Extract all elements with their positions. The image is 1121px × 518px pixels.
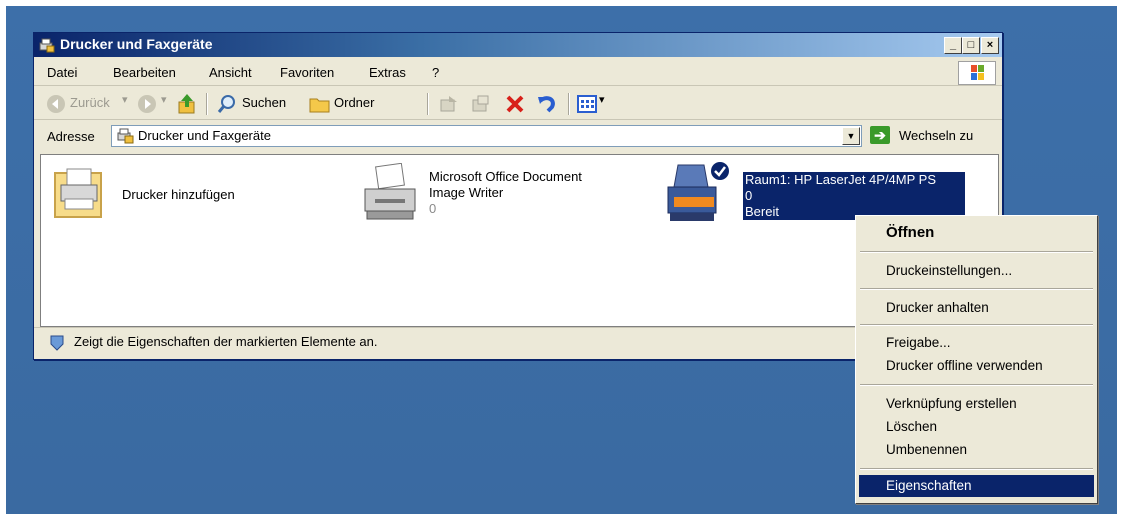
go-label: Wechseln zu <box>899 128 974 143</box>
ctx-properties[interactable]: Eigenschaften <box>886 478 972 493</box>
menu-datei[interactable]: Datei <box>47 65 77 80</box>
delete-icon[interactable] <box>504 93 526 115</box>
folders-button[interactable]: Ordner <box>334 95 374 110</box>
printer-icon <box>364 163 416 220</box>
up-folder-icon[interactable] <box>177 93 197 115</box>
window-title: Drucker und Faxgeräte <box>60 36 213 52</box>
ctx-use-offline[interactable]: Drucker offline verwenden <box>886 358 1043 373</box>
address-value: Drucker und Faxgeräte <box>138 128 271 143</box>
printer-name-line-1: Microsoft Office Document <box>429 169 582 184</box>
views-icon[interactable] <box>577 95 597 113</box>
views-dropdown-icon[interactable]: ▾ <box>599 93 605 106</box>
menu-ansicht[interactable]: Ansicht <box>209 65 252 80</box>
forward-arrow-icon[interactable] <box>137 94 157 114</box>
ctx-pause-printer[interactable]: Drucker anhalten <box>886 300 989 315</box>
title-bar[interactable]: Drucker und Faxgeräte _ □ × <box>34 33 1002 57</box>
search-icon[interactable] <box>217 94 237 114</box>
ctx-open[interactable]: Öffnen <box>886 224 934 241</box>
close-button[interactable]: × <box>981 37 999 54</box>
maximize-button[interactable]: □ <box>962 37 980 54</box>
printer-name: Drucker hinzufügen <box>122 187 235 202</box>
address-label: Adresse <box>47 129 95 144</box>
toolbar: Zurück ▾ ▾ Suchen Ordner ▾ <box>34 87 1002 120</box>
menu-bearbeiten[interactable]: Bearbeiten <box>113 65 176 80</box>
printer-folder-icon <box>39 38 55 53</box>
search-button[interactable]: Suchen <box>242 95 286 110</box>
context-menu: Öffnen Druckeinstellungen... Drucker anh… <box>855 215 1098 504</box>
selected-printer-label: Raum1: HP LaserJet 4P/4MP PS 0 Bereit <box>743 172 965 220</box>
windows-logo-icon <box>958 61 996 85</box>
back-arrow-icon[interactable] <box>46 94 66 114</box>
ctx-delete[interactable]: Löschen <box>886 419 937 434</box>
default-checkmark-icon <box>711 162 729 180</box>
go-arrow-icon: ➔ <box>870 126 890 144</box>
address-bar: Adresse Drucker und Faxgeräte ▼ ➔ Wechse… <box>34 121 1002 151</box>
ctx-create-shortcut[interactable]: Verknüpfung erstellen <box>886 396 1017 411</box>
ctx-sharing[interactable]: Freigabe... <box>886 335 951 350</box>
back-button[interactable]: Zurück <box>70 95 110 110</box>
address-input[interactable]: Drucker und Faxgeräte ▼ <box>111 125 862 147</box>
menu-help[interactable]: ? <box>432 65 439 80</box>
address-dropdown-icon[interactable]: ▼ <box>842 127 860 145</box>
printer-name-line-2: Image Writer <box>429 185 504 200</box>
ctx-print-settings[interactable]: Druckeinstellungen... <box>886 263 1012 278</box>
printer-folder-icon <box>117 128 134 144</box>
add-printer-icon <box>54 168 102 218</box>
undo-icon[interactable] <box>536 93 558 115</box>
printer-name: Raum1: HP LaserJet 4P/4MP PS <box>745 172 937 187</box>
printer-job-count: 0 <box>429 201 437 216</box>
back-dropdown-icon[interactable]: ▾ <box>122 93 128 106</box>
ctx-rename[interactable]: Umbenennen <box>886 442 967 457</box>
copy-to-icon[interactable] <box>471 94 491 114</box>
printer-job-count: 0 <box>745 188 753 203</box>
minimize-button[interactable]: _ <box>944 37 962 54</box>
menu-favoriten[interactable]: Favoriten <box>280 65 334 80</box>
move-to-icon[interactable] <box>439 94 459 114</box>
folders-icon[interactable] <box>309 95 331 113</box>
menu-extras[interactable]: Extras <box>369 65 406 80</box>
properties-icon <box>50 335 64 351</box>
menu-bar: Datei Bearbeiten Ansicht Favoriten Extra… <box>34 59 1002 86</box>
forward-dropdown-icon[interactable]: ▾ <box>161 93 167 106</box>
status-text: Zeigt die Eigenschaften der markierten E… <box>74 334 378 349</box>
